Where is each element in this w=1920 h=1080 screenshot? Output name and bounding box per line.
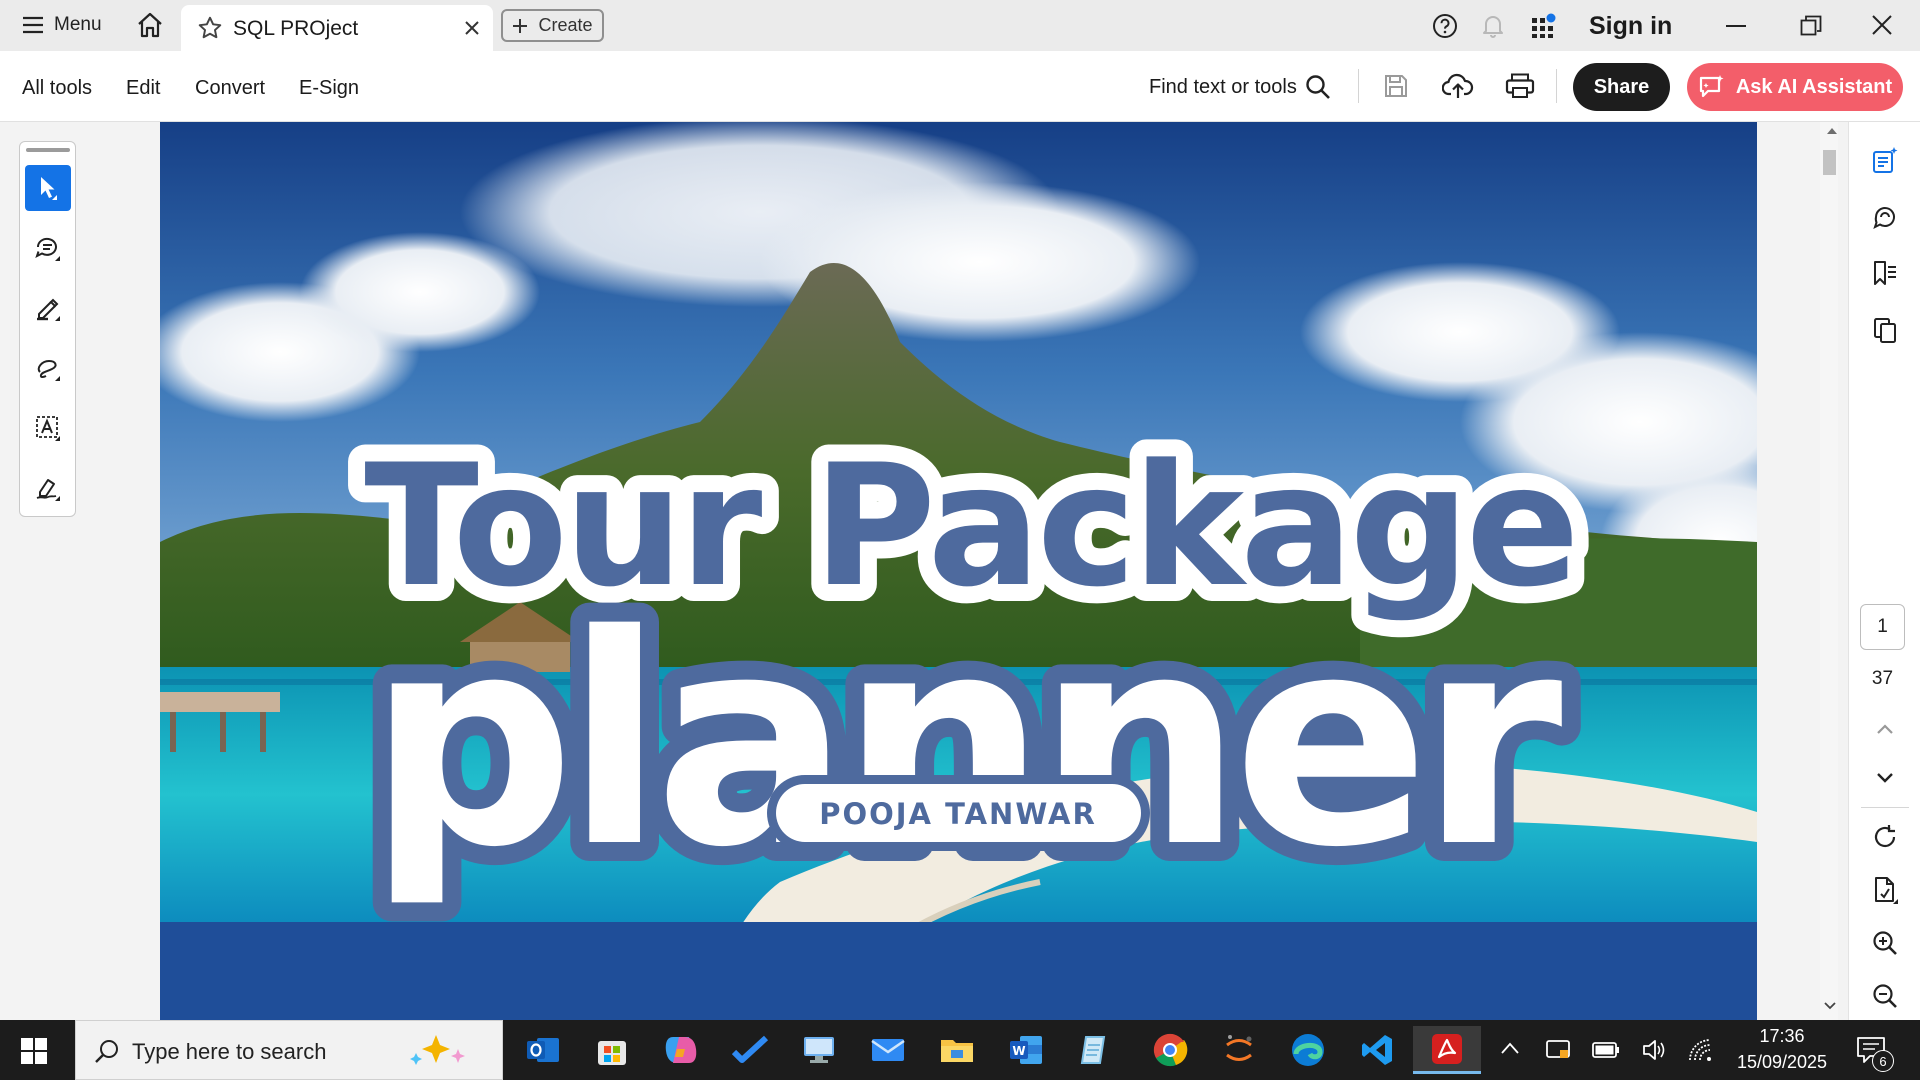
cover-illustration: Tour Package Tour Package planner planne… [160,122,1757,1020]
ask-ai-assistant-button[interactable]: Ask AI Assistant [1687,63,1903,111]
zoom-out-icon[interactable] [1868,979,1902,1013]
tab-title: SQL PROject [233,17,359,40]
chrome-app-icon[interactable] [1143,1026,1197,1074]
taskbar-search-box[interactable]: Type here to search [75,1020,503,1080]
draw-freehand-icon[interactable] [25,345,71,391]
clock-time: 17:36 [1759,1026,1805,1046]
sign-in-button[interactable]: Sign in [1589,12,1672,41]
outlook-app-icon[interactable] [516,1026,570,1074]
help-icon[interactable] [1432,13,1458,39]
print-icon[interactable] [1505,73,1535,99]
page-export-icon[interactable] [1868,873,1902,907]
file-explorer-icon[interactable] [930,1026,984,1074]
panel-divider [1861,807,1909,808]
home-icon[interactable] [136,12,164,38]
menu-button[interactable]: Menu [22,14,102,36]
menu-all-tools[interactable]: All tools [22,77,92,100]
pdf-page[interactable]: Tour Package Tour Package planner planne… [160,122,1757,1020]
menu-convert[interactable]: Convert [195,77,265,100]
microsoft-store-icon[interactable] [585,1026,639,1074]
rotate-icon[interactable] [1868,820,1902,854]
vertical-scrollbar[interactable] [1820,122,1838,1020]
close-window-icon[interactable] [1872,15,1892,35]
mail-app-icon[interactable] [861,1026,915,1074]
notification-count-badge: 6 [1872,1050,1894,1072]
quick-tools-panel [19,141,76,517]
vscode-app-icon[interactable] [1350,1026,1404,1074]
edge-app-icon[interactable] [1281,1026,1335,1074]
share-button[interactable]: Share [1573,63,1670,111]
cloud-upload-icon[interactable] [1442,72,1474,100]
notepad-app-icon[interactable] [1068,1026,1122,1074]
title-bar: Menu SQL PROject Create Sign in [0,0,1920,51]
security-tray-icon[interactable] [1545,1037,1571,1063]
battery-icon[interactable] [1592,1040,1620,1060]
search-highlight-sparkle-icon [396,1031,476,1071]
copilot-app-icon[interactable] [654,1026,708,1074]
menu-label: Menu [54,14,102,35]
ai-assistant-label: Ask AI Assistant [1735,75,1893,98]
taskbar-search-icon [94,1038,120,1064]
volume-icon[interactable] [1641,1038,1667,1062]
taskbar-search-placeholder: Type here to search [132,1039,327,1064]
restore-icon[interactable] [1800,15,1822,37]
minimize-icon[interactable] [1726,24,1746,28]
next-page-icon[interactable] [1868,761,1902,795]
main-toolbar: All tools Edit Convert E-Sign Find text … [0,51,1920,122]
find-text-label[interactable]: Find text or tools [1149,76,1297,99]
close-tab-icon[interactable] [464,20,480,36]
remote-desktop-icon[interactable] [792,1026,846,1074]
zoom-in-icon[interactable] [1868,926,1902,960]
scroll-down-arrow-icon[interactable] [1824,1002,1836,1010]
menu-esign[interactable]: E-Sign [299,77,359,100]
word-app-icon[interactable]: W [999,1026,1053,1074]
comment-tool-icon[interactable] [25,225,71,271]
network-wifi-icon[interactable] [1688,1038,1714,1062]
total-pages: 37 [1871,668,1894,689]
scroll-up-arrow-icon[interactable] [1827,128,1837,134]
acrobat-app-icon[interactable] [1413,1026,1481,1074]
comments-icon[interactable] [1868,200,1902,234]
scroll-thumb[interactable] [1823,150,1836,175]
previous-page-icon[interactable] [1868,712,1902,746]
svg-text:W: W [1012,1044,1025,1058]
hamburger-icon [22,16,44,34]
search-icon[interactable] [1305,74,1331,100]
todo-app-icon[interactable] [723,1026,777,1074]
cover-title-line2: planner [367,574,1564,911]
right-sidebar [1848,122,1920,1020]
generative-summary-icon[interactable] [1868,143,1902,177]
current-page-input[interactable]: 1 [1860,604,1905,650]
windows-start-icon[interactable] [20,1037,48,1065]
highlight-pen-icon[interactable] [25,285,71,331]
author-name: POOJA TANWAR [819,797,1097,831]
jupyter-app-icon[interactable] [1212,1026,1266,1074]
ai-assistant-icon [1698,74,1726,100]
apps-grid-icon[interactable] [1531,13,1557,39]
notification-center-icon[interactable]: 6 [1854,1033,1894,1073]
sign-tool-icon[interactable] [25,465,71,511]
clock-date: 15/09/2025 [1736,1052,1828,1072]
taskbar-clock[interactable]: 17:36 15/09/2025 [1718,1023,1846,1075]
create-label: Create [538,15,593,35]
document-tab[interactable]: SQL PROject [181,5,493,51]
select-tool-icon[interactable] [25,165,71,211]
panel-grip[interactable] [26,148,70,152]
show-hidden-icons-chevron-icon[interactable] [1500,1041,1520,1055]
star-icon[interactable] [197,15,223,41]
add-text-icon[interactable] [25,405,71,451]
create-button[interactable]: Create [501,9,604,42]
bookmarks-icon[interactable] [1868,256,1902,290]
pages-thumbnails-icon[interactable] [1868,313,1902,347]
plus-icon [512,18,528,34]
save-icon[interactable] [1383,73,1409,99]
menu-edit[interactable]: Edit [126,77,160,100]
notification-bell-icon[interactable] [1481,13,1505,39]
